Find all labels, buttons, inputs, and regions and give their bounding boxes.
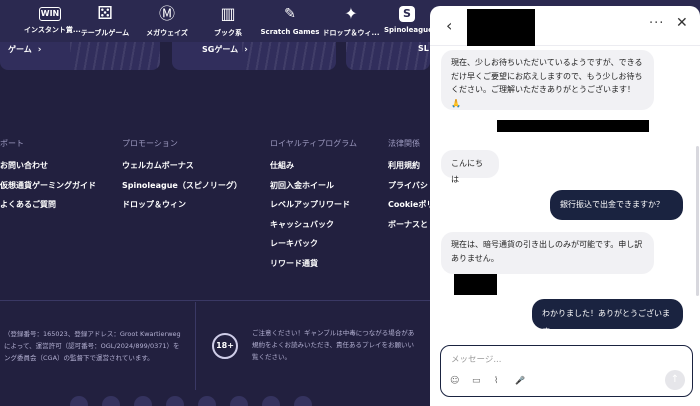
payment-icon [166, 396, 184, 406]
footer-link-rakeback[interactable]: レーキバック [270, 238, 357, 258]
nav-item-table-games[interactable]: ⚄ テーブルゲーム [80, 4, 130, 40]
message-composer: ☺ ▭ ⌇ 🎤 ↑ [440, 345, 693, 397]
book-icon: ▥ [220, 4, 236, 23]
redacted-block [497, 120, 649, 132]
chat-scrollbar[interactable] [696, 146, 699, 296]
footer-link-drops-wins[interactable]: ドロップ＆ウィン [122, 199, 242, 219]
spinoleague-icon: S [399, 6, 415, 22]
back-icon[interactable]: ‹ [446, 16, 452, 35]
footer-link-crypto-guide[interactable]: 仮想通貨ゲーミングガイド [0, 180, 96, 200]
footer-column-loyalty: ロイヤルティプログラム 仕組み 初回入金ホイール レベルアップリワード キャッシ… [270, 138, 357, 277]
footer-link-faq[interactable]: よくあるご質問 [0, 199, 96, 219]
chevron-right-icon: › [244, 45, 248, 55]
footer-link-terms[interactable]: 利用規約 [388, 160, 430, 180]
message-input[interactable] [451, 352, 651, 368]
nav-item-drops-wins[interactable]: ✦ ドロップ＆ウィ... [322, 4, 380, 40]
footer-link-bonus-terms[interactable]: ボーナスと [388, 219, 430, 239]
nav-item-spinoleague[interactable]: S Spinoleague [384, 4, 433, 40]
footer-heading: ポート [0, 139, 24, 148]
nav-item-scratch-games[interactable]: ✎ Scratch Games [260, 4, 320, 40]
footer-column-promotions: プロモーション ウェルカムボーナス Spinoleague（スピノリーグ） ドロ… [122, 138, 242, 219]
support-chat-panel: ‹ ··· ✕ 現在、少しお待ちいただいているようですが、できるだけ早くご要望に… [430, 6, 700, 406]
footer-link-deposit-wheel[interactable]: 初回入金ホイール [270, 180, 357, 200]
footer-link-how-it-works[interactable]: 仕組み [270, 160, 357, 180]
footer-link-cookie[interactable]: Cookieポリ [388, 199, 430, 219]
banner-card[interactable]: SGゲーム › [172, 42, 336, 70]
nav-item-instant-win[interactable]: WIN インスタント賞... [24, 4, 81, 40]
payment-icons [70, 396, 430, 406]
footer-link-spinoleague[interactable]: Spinoleague（スピノリーグ） [122, 180, 242, 200]
more-options-icon[interactable]: ··· [649, 16, 664, 31]
chevron-right-icon: › [37, 45, 42, 55]
footer-link-reward-currency[interactable]: リワード通貨 [270, 258, 357, 278]
payment-icon [294, 396, 312, 406]
megaways-icon: Ⓜ [158, 4, 175, 23]
emoji-icon[interactable]: ☺ [450, 376, 459, 386]
footer-link-welcome-bonus[interactable]: ウェルカムボーナス [122, 160, 242, 180]
gif-icon[interactable]: ▭ [472, 376, 481, 386]
agent-message: こんにちは [441, 150, 499, 184]
banner-card[interactable]: ゲーム › [0, 42, 160, 70]
footer-column-legal: 法律関係 利用規約 プライバシ Cookieポリ ボーナスと [388, 138, 430, 238]
footer-link-level-up[interactable]: レベルアップリワード [270, 199, 357, 219]
footer-column-support: ポート お問い合わせ 仮想通貨ゲーミングガイド よくあるご質問 [0, 138, 96, 219]
footer-link-privacy[interactable]: プライバシ [388, 180, 430, 200]
payment-icon [102, 396, 120, 406]
banner-label: SGゲーム [202, 45, 239, 54]
user-message: わかりました！ありがとうございます。 [532, 299, 683, 336]
footer-heading: 法律関係 [388, 139, 420, 148]
footer-link-cashback[interactable]: キャッシュバック [270, 219, 357, 239]
microphone-icon[interactable]: 🎤 [515, 376, 525, 385]
win-icon: WIN [39, 7, 61, 21]
redacted-block [454, 274, 497, 295]
footer-heading: ロイヤルティプログラム [270, 139, 358, 148]
footer-link-contact[interactable]: お問い合わせ [0, 160, 96, 180]
footer-divider [0, 300, 430, 301]
close-icon[interactable]: ✕ [676, 15, 688, 31]
gambling-warning: ご注意ください！ギャンブルは中毒につながる場合があ 規約をよくお読みいただき、責… [252, 329, 415, 361]
nav-item-megaways[interactable]: Ⓜ メガウェイズ [142, 4, 192, 40]
agent-message: 現在は、暗号通貨の引き出しのみが可能です。申し訳ありません。 [441, 232, 654, 274]
message-list: 現在、少しお待ちいただいているようですが、できるだけ早くご要望にお応えしますので… [430, 46, 700, 338]
send-button[interactable]: ↑ [665, 370, 685, 390]
chat-header: ‹ ··· ✕ [430, 6, 700, 46]
footer-heading: プロモーション [122, 139, 178, 148]
banner-label: ゲーム [8, 45, 32, 54]
nav-item-books[interactable]: ▥ ブック系 [208, 4, 248, 40]
payment-icon [230, 396, 248, 406]
user-message: 銀行振込で出金できますか？ [550, 190, 683, 220]
dice-icon: ⚄ [97, 3, 113, 24]
age-restriction-badge: 18+ [212, 333, 238, 359]
banner-card[interactable]: SL [346, 42, 430, 70]
license-info: （登録番号：165023、登録アドレス：Groot Kwartierweg によ… [0, 302, 196, 390]
agent-message: 現在、少しお待ちいただいているようですが、できるだけ早くご要望にお応えしますので… [441, 50, 654, 110]
payment-icon [198, 396, 216, 406]
payment-icon [134, 396, 152, 406]
agent-name-redacted [467, 9, 535, 46]
payment-icon [70, 396, 88, 406]
drops-wins-icon: ✦ [344, 4, 358, 23]
payment-icon [262, 396, 280, 406]
banner-label: SL [418, 44, 429, 53]
attach-icon[interactable]: ⌇ [494, 376, 498, 386]
scratch-icon: ✎ [284, 6, 296, 22]
